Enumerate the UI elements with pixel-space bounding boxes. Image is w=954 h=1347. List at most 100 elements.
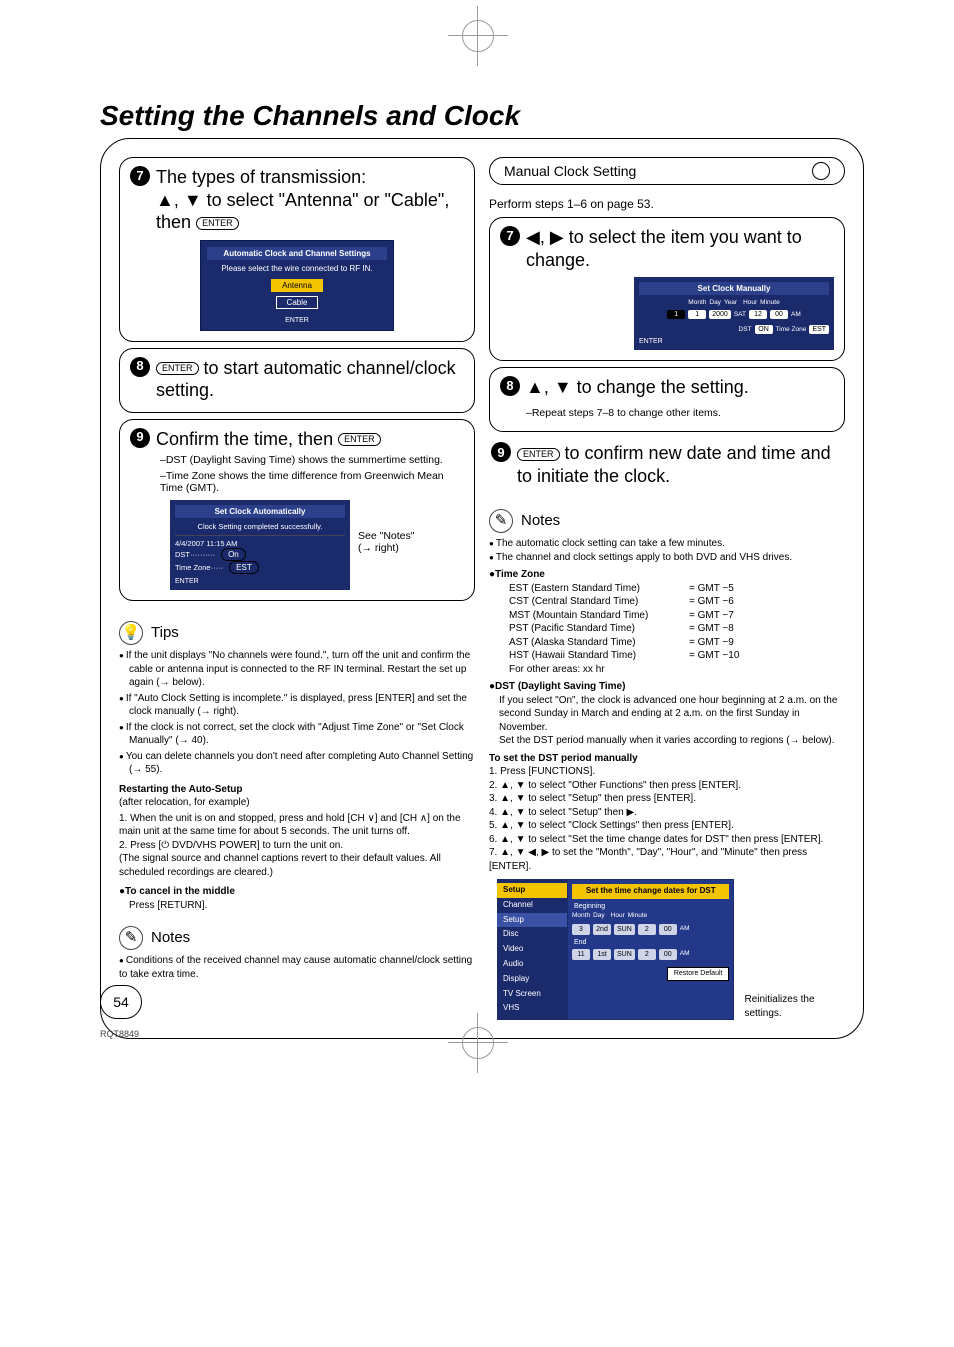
step9-text: Confirm the time, then [156, 429, 338, 449]
dst-step: 1. Press [FUNCTIONS]. [489, 765, 845, 779]
reinit-caption: Reinitializes the settings. [744, 993, 845, 1020]
osd-auto-clock-channel: Automatic Clock and Channel Settings Ple… [200, 240, 394, 331]
step-badge: 8 [130, 357, 150, 377]
step7-line1: The types of transmission: [156, 167, 366, 187]
page-title: Setting the Channels and Clock [100, 100, 864, 132]
main-frame: 7 The types of transmission: ▲, ▼ to sel… [100, 138, 864, 1039]
osd-tz-row: Time Zone····· EST [175, 561, 345, 574]
step-badge: 9 [130, 428, 150, 448]
manual-clock-section: Manual Clock Setting [489, 157, 845, 185]
left-step-7: 7 The types of transmission: ▲, ▼ to sel… [119, 157, 475, 342]
step8-body: to start automatic channel/clock setting… [156, 358, 456, 401]
begin-row: 3 2nd SUN 2 00 AM [572, 924, 729, 935]
osd-btn-antenna: Antenna [271, 279, 323, 292]
right-step-9: 9 ENTER to confirm new date and time and… [489, 438, 845, 491]
header-row: Month Day Hour Minute [572, 912, 729, 921]
osd-set-clock-auto: Set Clock Automatically Clock Setting co… [170, 500, 350, 590]
osd-title: Set Clock Manually [639, 282, 829, 295]
r-step9-text: to confirm new date and time and to init… [517, 443, 831, 486]
side-item-video: Video [497, 942, 567, 957]
side-item-audio: Audio [497, 957, 567, 972]
step-badge: 8 [500, 376, 520, 396]
enter-key-icon: ENTER [517, 448, 560, 461]
step9-sub1: –DST (Daylight Saving Time) shows the su… [160, 454, 464, 466]
restart-note: (The signal source and channel captions … [119, 852, 475, 879]
enter-key-icon: ENTER [196, 217, 239, 230]
dst-proc-title: To set the DST period manually [489, 752, 845, 766]
tips-item: You can delete channels you don't need a… [119, 750, 475, 777]
dst-step: 6. ▲, ▼ to select "Set the time change d… [489, 833, 845, 847]
left-notes-title: Notes [151, 928, 190, 948]
note-icon: ✎ [119, 926, 143, 950]
end-row: 11 1st SUN 2 00 AM [572, 949, 729, 960]
left-column: 7 The types of transmission: ▲, ▼ to sel… [119, 157, 475, 1020]
right-notes: ✎ Notes The automatic clock setting can … [489, 505, 845, 1020]
page-number: 54 [100, 985, 142, 1019]
side-item-display: Display [497, 972, 567, 987]
dst-step: 7. ▲, ▼ ◀, ▶ to set the "Month", "Day", … [489, 846, 845, 873]
step7-line2: ▲, ▼ to select "Antenna" or "Cable", [156, 190, 449, 210]
osd-dst-val: On [221, 548, 246, 561]
side-header: Setup [497, 883, 567, 898]
osd-header: Automatic Clock and Channel Settings [207, 247, 387, 260]
dst-step: 2. ▲, ▼ to select "Other Functions" then… [489, 779, 845, 793]
osd-field-dst: ON [755, 325, 773, 334]
note-2: The channel and clock settings apply to … [489, 551, 845, 565]
cancel-title: ●To cancel in the middle [119, 885, 475, 899]
note-1: The automatic clock setting can take a f… [489, 537, 845, 551]
section-title: Manual Clock Setting [504, 163, 636, 179]
step8-text: ENTER to start automatic channel/clock s… [156, 357, 464, 402]
pre-text: Perform steps 1–6 on page 53. [489, 197, 845, 211]
cancel-action: Press [RETURN]. [129, 899, 475, 913]
dst-step: 5. ▲, ▼ to select "Clock Settings" then … [489, 819, 845, 833]
enter-key-icon: ENTER [338, 433, 381, 446]
side-item-setup: Setup [497, 913, 567, 928]
step-badge: 9 [491, 442, 511, 462]
osd-msg: Clock Setting completed successfully. [175, 522, 345, 531]
footer-code: RQT8849 [100, 1029, 139, 1039]
note-icon: ✎ [489, 509, 513, 533]
osd-time: 4/4/2007 11:15 AM [175, 539, 345, 548]
restart-step-1: 1. When the unit is on and stopped, pres… [119, 812, 475, 839]
osd-field-month: 1 [667, 310, 685, 319]
restore-default-button: Restore Default [667, 967, 730, 980]
osd-dst-row: DST·········· On [175, 548, 345, 561]
r-step8-text: ▲, ▼ to change the setting. [526, 377, 749, 397]
enter-key-icon: ENTER [156, 362, 199, 375]
step7-line3: then [156, 212, 191, 232]
registration-mark-bottom [462, 1027, 494, 1059]
osd-title: Set Clock Automatically [175, 505, 345, 518]
panel-title: Set the time change dates for DST [572, 884, 729, 899]
tips-item: If the unit displays "No channels were f… [119, 649, 475, 690]
tips-item: If the clock is not correct, set the clo… [119, 721, 475, 748]
step9-head: Confirm the time, then ENTER [156, 428, 464, 451]
right-step-7: 7 ◀, ▶ to select the item you want to ch… [489, 217, 845, 361]
timezone-table: EST (Eastern Standard Time)= GMT −5 CST … [509, 582, 845, 677]
osd-footer: ENTER [207, 317, 387, 324]
restart-title: Restarting the Auto-Setup [119, 783, 475, 797]
osd-field-day: 1 [688, 310, 706, 319]
restart-subtitle: (after relocation, for example) [119, 796, 475, 810]
side-item-channel: Channel [497, 898, 567, 913]
restart-step-2: 2. Press [⏻ DVD/VHS POWER] to turn the u… [119, 839, 475, 853]
osd-set-clock-manually: Set Clock Manually Month Day Year Hour M… [634, 277, 834, 350]
osd-prompt: Please select the wire connected to RF I… [207, 264, 387, 273]
dst-body-2: Set the DST period manually when it vari… [499, 734, 845, 748]
osd-field-hour: 12 [749, 310, 767, 319]
r-step7-text: ◀, ▶ to select the item you want to chan… [526, 226, 834, 271]
osd-field-dow: SAT [734, 311, 746, 318]
side-item-disc: Disc [497, 927, 567, 942]
osd-field-ampm: AM [791, 311, 801, 318]
step9-sub2: –Time Zone shows the time difference fro… [160, 470, 464, 494]
tips-block: 💡 Tips If the unit displays "No channels… [119, 617, 475, 981]
setup-main-panel: Set the time change dates for DST Beginn… [567, 879, 734, 1020]
step-badge: 7 [130, 166, 150, 186]
side-item-tvscreen: TV Screen [497, 987, 567, 1002]
see-notes: See "Notes" (→ right) [358, 530, 414, 554]
step7-text: The types of transmission: ▲, ▼ to selec… [156, 166, 464, 234]
right-step-8: 8 ▲, ▼ to change the setting. –Repeat st… [489, 367, 845, 432]
r-step8-sub: –Repeat steps 7–8 to change other items. [526, 407, 721, 419]
tip-icon: 💡 [119, 621, 143, 645]
osd-field-year: 2000 [709, 310, 731, 319]
registration-mark-top [462, 20, 494, 52]
